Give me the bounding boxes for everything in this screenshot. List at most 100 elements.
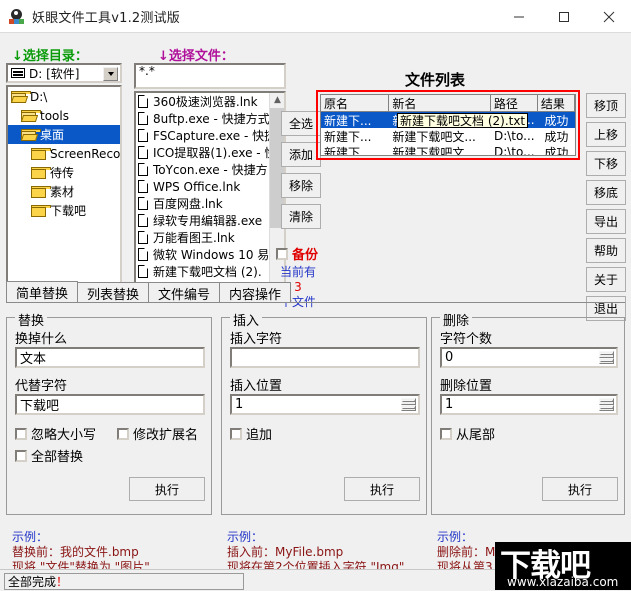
append-checkbox[interactable] — [230, 427, 242, 440]
grid-cell-result: 成功 — [544, 145, 569, 156]
tree-item-label: 待传 — [50, 166, 75, 180]
tab-bar: 简单替换 列表替换 文件编号 内容操作 — [6, 281, 625, 303]
backup-option[interactable]: 备份 — [276, 244, 318, 263]
from-tail-checkbox[interactable] — [440, 427, 452, 440]
append-label: 追加 — [246, 428, 273, 443]
minimize-button[interactable] — [496, 0, 541, 33]
tree-item[interactable]: ScreenRecorderPr — [8, 144, 120, 163]
remove-button[interactable]: 移除 — [281, 173, 321, 198]
file-list-item[interactable]: 百度网盘.lnk — [136, 195, 269, 212]
ignore-case-option[interactable]: 忽略大小写 — [15, 424, 96, 443]
maximize-button[interactable] — [541, 0, 586, 33]
grid-header-原名[interactable]: 原名 — [321, 95, 390, 112]
delete-pos-stepper[interactable]: 1 — [440, 394, 618, 415]
file-list-item[interactable]: FSCapture.exe - 快捷 — [136, 127, 276, 144]
insert-pos-spinner[interactable] — [401, 398, 416, 411]
file-list-item-label: ICO提取器(1).exe - 快 — [153, 146, 277, 160]
delete-count-spinner[interactable] — [599, 351, 614, 364]
file-list-item[interactable]: 8uftp.exe - 快捷方式 — [136, 110, 270, 127]
tree-item[interactable]: 素材 — [8, 182, 120, 201]
scroll-up-button[interactable]: ▲ — [270, 93, 284, 108]
close-button[interactable] — [586, 0, 631, 33]
tab-列表替换[interactable]: 列表替换 — [77, 282, 150, 303]
replace-example-line-0: 替换前：我的文件.bmp — [12, 545, 139, 559]
tree-item[interactable]: 桌面 — [8, 125, 120, 144]
document-icon — [138, 95, 148, 108]
delete-execute-button[interactable]: 执行 — [542, 477, 618, 501]
delete-pos-spinner[interactable] — [599, 398, 614, 411]
file-list-item[interactable]: 360极速浏览器.lnk — [136, 93, 269, 110]
file-listbox[interactable]: 360极速浏览器.lnk 8uftp.exe - 快捷方式 FSCapture.ex… — [134, 91, 286, 298]
file-list-item[interactable]: ICO提取器(1).exe - 快 — [136, 144, 276, 161]
replace-execute-button[interactable]: 执行 — [129, 477, 205, 501]
spin-down-icon[interactable] — [599, 404, 614, 411]
file-filter-input[interactable]: *.* — [134, 63, 286, 89]
file-list-item[interactable]: 绿软专用编辑器.exe — [136, 212, 269, 229]
move-down-button[interactable]: 下移 — [586, 151, 626, 176]
file-list-item[interactable]: ToYcon.exe - 快捷方 — [136, 161, 269, 178]
file-list-item-label: 微软 Windows 10 易 — [153, 248, 270, 262]
insert-pos-value: 1 — [235, 397, 244, 412]
grid-header-新名[interactable]: 新名 — [389, 95, 491, 112]
directory-tree[interactable]: D:\ tools 桌面 ScreenRecorderPr 待传素材下载吧 — [6, 85, 122, 298]
tree-item[interactable]: 下载吧 — [8, 201, 120, 220]
insert-execute-button[interactable]: 执行 — [344, 477, 420, 501]
move-up-button[interactable]: 上移 — [586, 122, 626, 147]
grid-row[interactable]: 新建下... 新建下载吧文... D:\to... 成功 — [321, 128, 575, 144]
append-option[interactable]: 追加 — [230, 424, 272, 443]
file-list-item[interactable]: 万能看图王.lnk — [136, 229, 269, 246]
delete-count-value: 0 — [445, 350, 454, 365]
tree-item[interactable]: 待传 — [8, 163, 120, 182]
tab-内容操作[interactable]: 内容操作 — [219, 282, 292, 303]
move-bottom-button[interactable]: 移底 — [586, 180, 626, 205]
file-list-item-label: 360极速浏览器.lnk — [153, 95, 258, 109]
chevron-down-icon[interactable] — [103, 67, 118, 81]
modify-ext-checkbox[interactable] — [117, 427, 129, 440]
filter-value: *.* — [139, 64, 155, 78]
replace-example-title: 示例： — [12, 530, 49, 544]
add-button[interactable]: 添加 — [281, 142, 321, 167]
insert-pos-stepper[interactable]: 1 — [230, 394, 420, 415]
find-input[interactable]: 文本 — [15, 347, 205, 368]
folder-icon — [31, 147, 51, 160]
replace-input[interactable]: 下载吧 — [15, 394, 205, 415]
spin-down-icon[interactable] — [599, 357, 614, 364]
tab-文件编号[interactable]: 文件编号 — [148, 282, 221, 303]
replace-all-checkbox[interactable] — [15, 449, 27, 462]
delete-pos-value: 1 — [445, 397, 454, 412]
modify-ext-option[interactable]: 修改扩展名 — [117, 424, 198, 443]
tree-item[interactable]: tools — [8, 106, 120, 125]
clear-button[interactable]: 清除 — [281, 204, 321, 229]
replace-all-option[interactable]: 全部替换 — [15, 446, 83, 465]
grid-row[interactable]: 新建下... 新建下载吧文... D:\to... 成功 — [321, 144, 575, 156]
file-list-grid[interactable]: 原名新名路径结果 新建下...新建下载吧文档 (2).txtD:\to...成功… — [320, 94, 576, 156]
status-message: 全部完成！ — [4, 573, 244, 590]
cell-tooltip: 新建下载吧文档 (2).txt — [397, 113, 529, 128]
insert-chars-input[interactable] — [230, 347, 420, 368]
export-button[interactable]: 导出 — [586, 209, 626, 234]
file-list-item[interactable]: 微软 Windows 10 易 — [136, 246, 269, 263]
select-all-button[interactable]: 全选 — [281, 111, 321, 136]
from-tail-option[interactable]: 从尾部 — [440, 424, 495, 443]
down-arrow-icon: ↓ — [158, 49, 169, 64]
grid-header-结果[interactable]: 结果 — [537, 95, 575, 112]
tree-item-label: D:\ — [30, 89, 48, 104]
delete-count-stepper[interactable]: 0 — [440, 347, 618, 368]
folder-open-icon — [10, 90, 31, 103]
tree-item[interactable]: D:\ — [8, 87, 120, 106]
file-list-item-label: 万能看图王.lnk — [153, 231, 235, 245]
tab-简单替换[interactable]: 简单替换 — [6, 281, 79, 303]
replace-group-legend: 替换 — [15, 310, 48, 329]
spin-down-icon[interactable] — [401, 404, 416, 411]
file-list-item[interactable]: 新建下载吧文档 (2). — [136, 263, 269, 280]
replace-label: 代替字符 — [15, 379, 68, 394]
ignore-case-checkbox[interactable] — [15, 427, 27, 440]
file-list-item[interactable]: WPS Office.lnk — [136, 178, 269, 195]
backup-checkbox[interactable] — [276, 247, 288, 260]
drive-select[interactable]: D: [软件] — [6, 63, 122, 83]
tree-item-label: 桌面 — [40, 128, 65, 142]
help-button[interactable]: 帮助 — [586, 238, 626, 263]
move-top-button[interactable]: 移顶 — [586, 93, 626, 118]
insert-pos-label: 插入位置 — [230, 379, 283, 394]
grid-header-路径[interactable]: 路径 — [490, 95, 538, 112]
